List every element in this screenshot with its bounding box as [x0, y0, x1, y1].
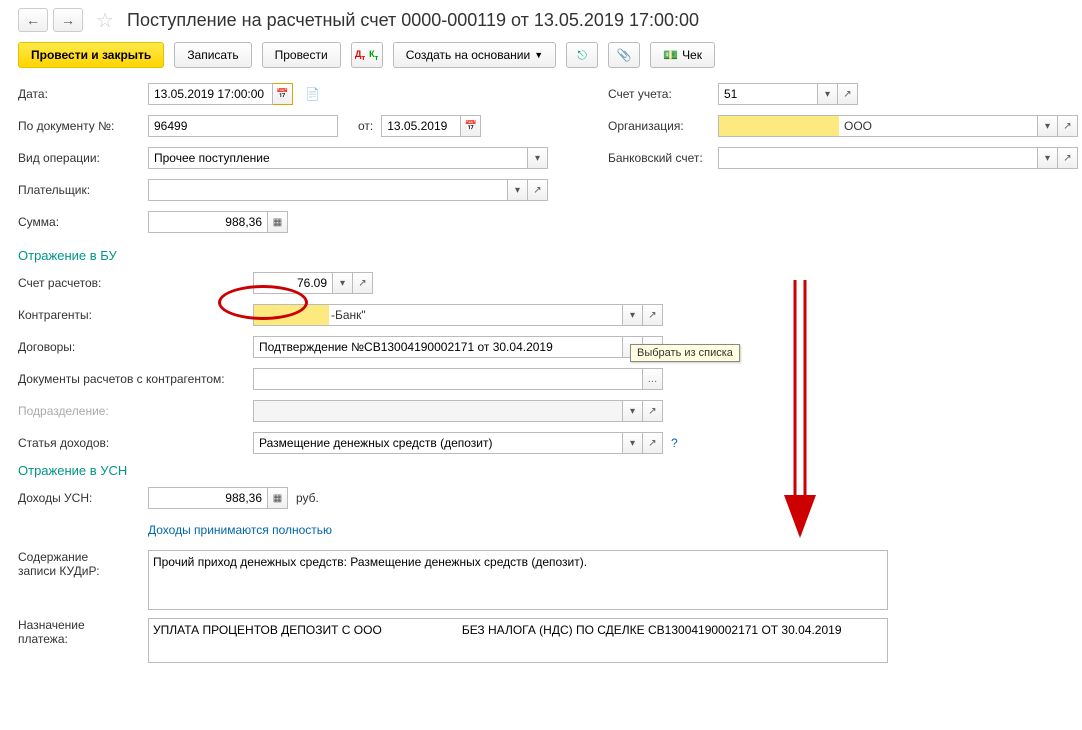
account-open-icon[interactable]: ↗ — [838, 83, 858, 105]
date-label: Дата: — [18, 87, 148, 101]
date-calendar-icon[interactable]: 📅 — [273, 83, 293, 105]
full-income-link[interactable]: Доходы принимаются полностью — [148, 523, 332, 537]
usn-income-unit: руб. — [296, 491, 319, 505]
income-item-label: Статья доходов: — [18, 436, 253, 450]
division-input — [253, 400, 623, 422]
create-based-button[interactable]: Создать на основании ▼ — [393, 42, 556, 68]
org-open-icon[interactable]: ↗ — [1058, 115, 1078, 137]
settlement-docs-input[interactable] — [253, 368, 643, 390]
payer-input[interactable] — [148, 179, 508, 201]
kudir-textarea[interactable] — [148, 550, 888, 610]
payer-dropdown-icon[interactable]: ▾ — [508, 179, 528, 201]
sum-calc-icon[interactable]: ▦ — [268, 211, 288, 233]
org-dropdown-icon[interactable]: ▾ — [1038, 115, 1058, 137]
income-item-input[interactable] — [253, 432, 623, 454]
contract-label: Договоры: — [18, 340, 253, 354]
docdate-input[interactable] — [381, 115, 461, 137]
payer-label: Плательщик: — [18, 183, 148, 197]
division-dropdown-icon: ▾ — [623, 400, 643, 422]
posted-icon: 📄 — [305, 87, 320, 101]
settlement-label: Счет расчетов: — [18, 276, 253, 290]
page-title: Поступление на расчетный счет 0000-00011… — [127, 10, 699, 31]
debit-credit-icon-button[interactable]: ДтКт — [351, 42, 383, 68]
save-button[interactable]: Записать — [174, 42, 251, 68]
usn-income-input[interactable] — [148, 487, 268, 509]
org-input[interactable]: ООО — [718, 115, 1038, 137]
choose-from-list-tooltip: Выбрать из списка — [630, 344, 740, 362]
settlement-open-icon[interactable]: ↗ — [353, 272, 373, 294]
income-item-open-icon[interactable]: ↗ — [643, 432, 663, 454]
structure-icon-button[interactable]: ⎋ — [566, 42, 598, 68]
account-input[interactable] — [718, 83, 818, 105]
kudir-label: Содержаниезаписи КУДиР: — [18, 550, 148, 578]
post-and-close-button[interactable]: Провести и закрыть — [18, 42, 164, 68]
bankacc-input[interactable] — [718, 147, 1038, 169]
docnum-input[interactable] — [148, 115, 338, 137]
usn-income-calc-icon[interactable]: ▦ — [268, 487, 288, 509]
optype-label: Вид операции: — [18, 151, 148, 165]
sum-label: Сумма: — [18, 215, 148, 229]
settlement-dropdown-icon[interactable]: ▾ — [333, 272, 353, 294]
settlement-docs-label: Документы расчетов с контрагентом: — [18, 372, 253, 386]
division-label: Подразделение: — [18, 404, 253, 418]
post-button[interactable]: Провести — [262, 42, 341, 68]
optype-dropdown-icon[interactable]: ▾ — [528, 147, 548, 169]
purpose-textarea[interactable] — [148, 618, 888, 663]
bankacc-label: Банковский счет: — [608, 151, 718, 165]
counterparty-dropdown-icon[interactable]: ▾ — [623, 304, 643, 326]
payer-open-icon[interactable]: ↗ — [528, 179, 548, 201]
sum-input[interactable] — [148, 211, 268, 233]
settlement-docs-ellipsis-icon[interactable]: … — [643, 368, 663, 390]
income-item-dropdown-icon[interactable]: ▾ — [623, 432, 643, 454]
date-input[interactable] — [148, 83, 273, 105]
usn-income-label: Доходы УСН: — [18, 491, 148, 505]
docdate-label: от: — [358, 119, 373, 133]
bankacc-open-icon[interactable]: ↗ — [1058, 147, 1078, 169]
docnum-label: По документу №: — [18, 119, 148, 133]
check-button[interactable]: 💵 Чек — [650, 42, 715, 68]
purpose-label: Назначениеплатежа: — [18, 618, 148, 646]
bankacc-dropdown-icon[interactable]: ▾ — [1038, 147, 1058, 169]
back-button[interactable]: ← — [18, 8, 48, 32]
counterparty-label: Контрагенты: — [18, 308, 253, 322]
settlement-input[interactable] — [253, 272, 333, 294]
income-item-help-icon[interactable]: ? — [671, 436, 678, 450]
favorite-star-icon[interactable]: ☆ — [93, 8, 117, 32]
counterparty-suffix: -Банк" — [329, 308, 366, 322]
optype-input[interactable] — [148, 147, 528, 169]
contract-input[interactable] — [253, 336, 623, 358]
account-dropdown-icon[interactable]: ▾ — [818, 83, 838, 105]
org-label: Организация: — [608, 119, 718, 133]
attachment-icon-button[interactable]: 📎 — [608, 42, 640, 68]
bu-section-header: Отражение в БУ — [18, 248, 1064, 263]
org-suffix: ООО — [839, 119, 872, 133]
usn-section-header: Отражение в УСН — [18, 463, 1064, 478]
counterparty-input[interactable]: -Банк" — [253, 304, 623, 326]
forward-button[interactable]: → — [53, 8, 83, 32]
account-label: Счет учета: — [608, 87, 718, 101]
counterparty-open-icon[interactable]: ↗ — [643, 304, 663, 326]
division-open-icon: ↗ — [643, 400, 663, 422]
docdate-calendar-icon[interactable]: 📅 — [461, 115, 481, 137]
